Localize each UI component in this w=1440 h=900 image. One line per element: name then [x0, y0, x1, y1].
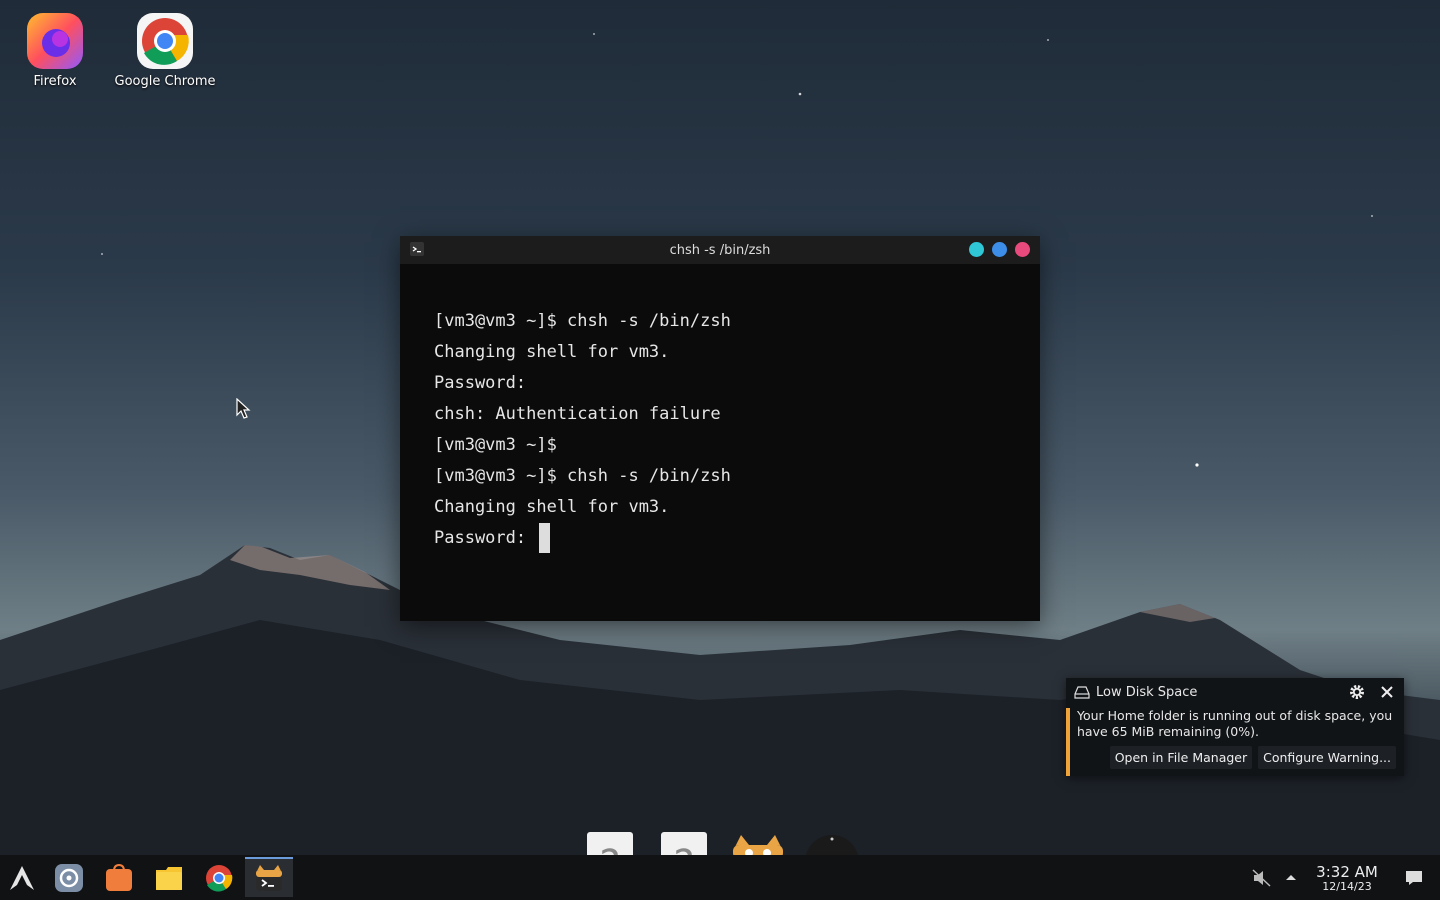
terminal-line: Changing shell for vm3.	[434, 497, 670, 517]
taskbar-files[interactable]	[152, 861, 186, 895]
notification-title: Low Disk Space	[1096, 684, 1198, 700]
desktop-icon-firefox[interactable]: Firefox	[0, 12, 110, 89]
system-settings-icon	[55, 864, 83, 892]
firefox-icon	[26, 12, 84, 70]
terminal-titlebar[interactable]: chsh -s /bin/zsh	[400, 236, 1040, 264]
desktop-icon-label: Google Chrome	[114, 74, 216, 89]
terminal-line: Changing shell for vm3.	[434, 342, 670, 362]
desktop-icon-chrome[interactable]: Google Chrome	[110, 12, 220, 89]
shop-bag-icon	[106, 863, 132, 891]
terminal-cat-icon	[256, 865, 282, 891]
tray-expand-icon[interactable]	[1284, 855, 1298, 900]
volume-muted-icon[interactable]	[1252, 855, 1272, 900]
arch-logo-icon	[10, 866, 34, 890]
open-in-file-manager-button[interactable]: Open in File Manager	[1109, 746, 1253, 769]
chrome-icon	[206, 865, 233, 892]
text-cursor	[539, 523, 551, 553]
minimize-button[interactable]	[969, 242, 984, 257]
chrome-icon	[136, 12, 194, 70]
terminal-output[interactable]: [vm3@vm3 ~]$ chsh -s /bin/zsh Changing s…	[400, 264, 1040, 554]
taskbar: 3:32 AM 12/14/23	[0, 855, 1440, 900]
clock-time: 3:32 AM	[1316, 863, 1378, 881]
terminal-line: Password:	[434, 373, 527, 393]
terminal-app-icon	[410, 242, 424, 256]
terminal-line: Password:	[434, 528, 537, 548]
terminal-line: [vm3@vm3 ~]$ chsh -s /bin/zsh	[434, 466, 731, 486]
taskbar-terminal[interactable]	[245, 857, 293, 897]
taskbar-chrome[interactable]	[202, 861, 236, 895]
gear-icon[interactable]	[1348, 683, 1366, 701]
terminal-window[interactable]: chsh -s /bin/zsh [vm3@vm3 ~]$ chsh -s /b…	[400, 236, 1040, 621]
notification-body: Your Home folder is running out of disk …	[1077, 708, 1393, 739]
mouse-cursor-icon	[236, 398, 251, 419]
terminal-line: [vm3@vm3 ~]$ chsh -s /bin/zsh	[434, 311, 731, 331]
low-disk-notification[interactable]: Low Disk Space Your Home folder is runni…	[1066, 678, 1404, 776]
app-launcher-button[interactable]	[5, 861, 39, 895]
taskbar-software-store[interactable]	[102, 861, 136, 895]
maximize-button[interactable]	[992, 242, 1007, 257]
clock-date: 12/14/23	[1322, 880, 1372, 893]
desktop-icon-label: Firefox	[33, 74, 77, 89]
terminal-title: chsh -s /bin/zsh	[669, 242, 771, 258]
notification-accent-bar	[1066, 708, 1070, 776]
terminal-prompt-line[interactable]: Password:	[434, 523, 1040, 554]
close-icon[interactable]	[1378, 683, 1396, 701]
terminal-line: chsh: Authentication failure	[434, 404, 721, 424]
clock[interactable]: 3:32 AM 12/14/23	[1310, 864, 1384, 893]
folder-icon	[156, 867, 182, 890]
taskbar-settings[interactable]	[52, 861, 86, 895]
configure-warning-button[interactable]: Configure Warning...	[1258, 746, 1396, 769]
notifications-icon[interactable]	[1405, 855, 1423, 900]
terminal-line: [vm3@vm3 ~]$	[434, 435, 557, 455]
hard-drive-icon	[1074, 686, 1090, 699]
close-button[interactable]	[1015, 242, 1030, 257]
